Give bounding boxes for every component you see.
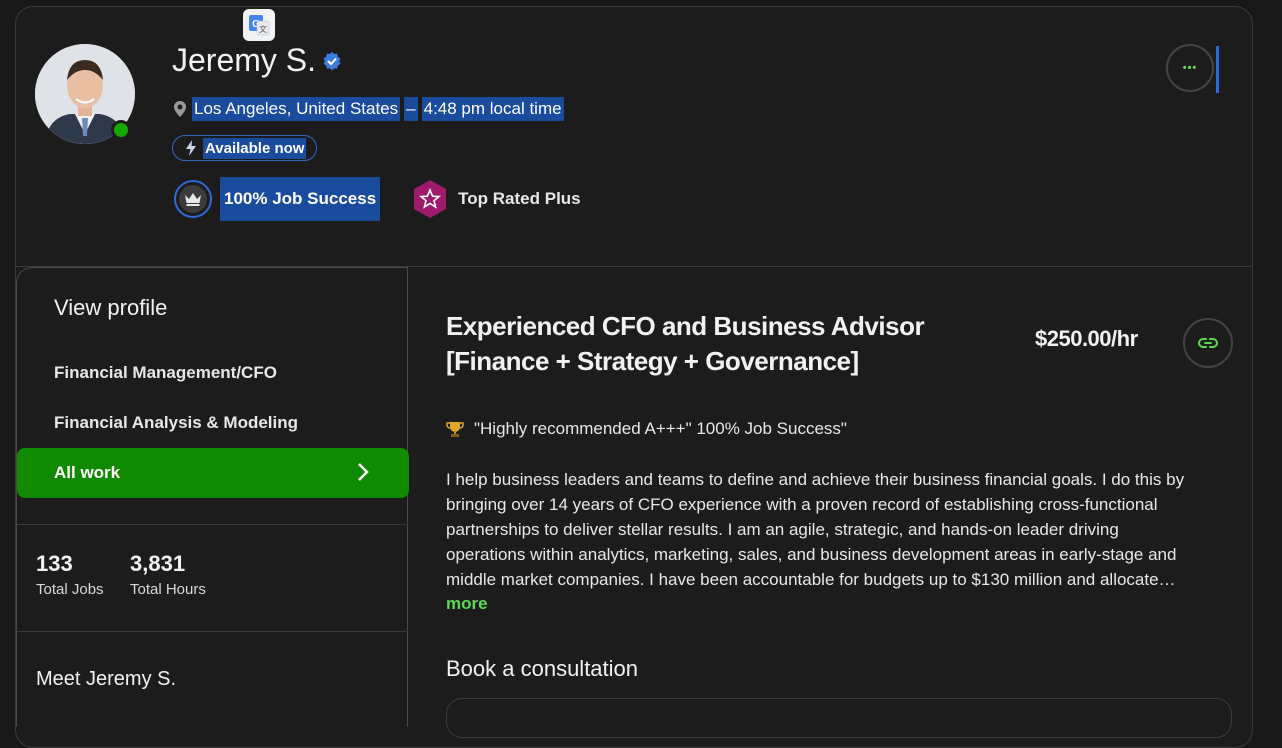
view-profile-title: View profile bbox=[54, 295, 168, 320]
headline-line-1: Experienced CFO and Business Advisor bbox=[446, 311, 925, 341]
sidebar-item-financial-analysis[interactable]: Financial Analysis & Modeling bbox=[54, 413, 298, 433]
text-cursor bbox=[1216, 46, 1219, 93]
sidebar-item-all-work[interactable]: All work bbox=[17, 448, 409, 498]
quote-line: "Highly recommended A+++" 100% Job Succe… bbox=[446, 419, 847, 439]
stat-value: 133 bbox=[36, 551, 73, 576]
profile-overview: I help business leaders and teams to def… bbox=[446, 467, 1236, 592]
profile-sidebar: View profile Financial Management/CFO Fi… bbox=[16, 267, 409, 727]
copy-link-button[interactable] bbox=[1183, 318, 1233, 368]
stat-label: Total Hours bbox=[130, 581, 206, 598]
location-pin-icon bbox=[174, 101, 186, 117]
job-success-score[interactable]: 100% Job Success bbox=[220, 177, 381, 221]
sidebar-item-label: All work bbox=[54, 463, 121, 482]
profile-headline: Experienced CFO and Business Advisor [Fi… bbox=[446, 309, 1006, 379]
sidebar-item-financial-management[interactable]: Financial Management/CFO bbox=[54, 363, 277, 383]
badges-row: 100% Job Success Top Rated Plus bbox=[174, 177, 581, 221]
availability-text: Available now bbox=[203, 137, 307, 159]
translate-icon[interactable]: G 文 bbox=[243, 9, 275, 41]
sidebar-divider bbox=[17, 524, 408, 525]
bio-line: middle market companies. I have been acc… bbox=[446, 570, 1176, 589]
name-text: Jeremy S. bbox=[172, 42, 317, 78]
stat-total-jobs: 133 Total Jobs bbox=[36, 551, 104, 598]
availability-badge[interactable]: Available now bbox=[172, 135, 318, 161]
top-rated-plus-label[interactable]: Top Rated Plus bbox=[458, 189, 580, 209]
hourly-rate: $250.00/hr bbox=[1035, 326, 1138, 351]
online-status-indicator bbox=[111, 120, 131, 140]
freelancer-name: Jeremy S. bbox=[172, 42, 342, 79]
consultation-card[interactable] bbox=[446, 698, 1232, 738]
quote-text: "Highly recommended A+++" 100% Job Succe… bbox=[474, 419, 847, 438]
crown-icon bbox=[174, 180, 212, 218]
svg-text:文: 文 bbox=[259, 24, 267, 34]
bio-line: I help business leaders and teams to def… bbox=[446, 470, 1185, 489]
lightning-icon bbox=[186, 140, 196, 156]
sidebar-divider bbox=[17, 631, 408, 632]
more-link[interactable]: more bbox=[446, 594, 488, 614]
trophy-icon bbox=[446, 422, 464, 437]
ellipsis-icon: ••• bbox=[1182, 62, 1198, 74]
meet-heading: Meet Jeremy S. bbox=[36, 668, 177, 690]
location-text: Los Angeles, United States bbox=[192, 97, 401, 121]
chevron-right-icon bbox=[358, 463, 369, 481]
star-badge-icon bbox=[414, 180, 447, 218]
bio-line: operations within analytics, marketing, … bbox=[446, 545, 1177, 564]
verified-icon bbox=[323, 51, 341, 70]
link-icon bbox=[1198, 338, 1218, 348]
stat-value: 3,831 bbox=[130, 551, 186, 576]
bio-line: partnerships to deliver stellar results.… bbox=[446, 520, 1119, 539]
stat-label: Total Jobs bbox=[36, 581, 104, 598]
location-row: Los Angeles, United States – 4:48 pm loc… bbox=[172, 97, 564, 121]
more-options-button[interactable]: ••• bbox=[1166, 44, 1214, 92]
book-consultation-heading: Book a consultation bbox=[446, 656, 639, 681]
stat-total-hours: 3,831 Total Hours bbox=[130, 551, 206, 598]
headline-line-2: [Finance + Strategy + Governance] bbox=[446, 346, 859, 376]
local-time: 4:48 pm local time bbox=[421, 97, 564, 121]
location-separator: – bbox=[404, 97, 418, 121]
bio-line: bringing over 14 years of CFO experience… bbox=[446, 495, 1158, 514]
